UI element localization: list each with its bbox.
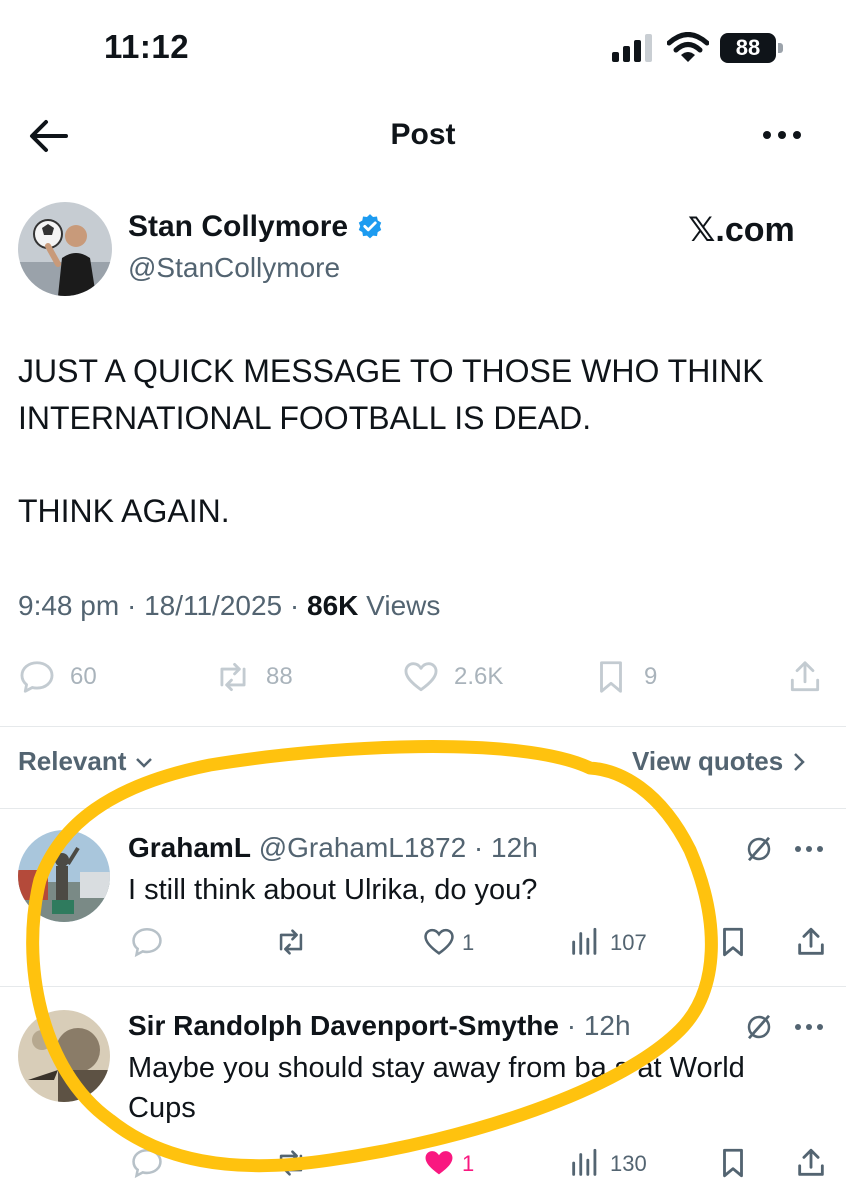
reply-author-name[interactable]: Sir Randolph Davenport-Smythe [128, 1010, 559, 1041]
wifi-icon [667, 32, 709, 62]
bookmark-count: 9 [644, 663, 658, 690]
reply-author-name[interactable]: GrahamL [128, 832, 251, 863]
heart-icon [404, 662, 438, 692]
heart-filled-icon[interactable] [422, 1146, 456, 1180]
author-handle[interactable]: @StanCollymore [128, 252, 340, 284]
reply-views-count: 107 [610, 930, 647, 955]
views-icon[interactable] [568, 925, 602, 959]
grok-icon[interactable] [744, 1012, 774, 1042]
like-count: 2.6K [454, 663, 504, 690]
reply-count: 60 [70, 663, 97, 690]
share-icon[interactable] [794, 1146, 828, 1180]
reply-avatar[interactable] [18, 830, 110, 922]
reply-like-count: 1 [462, 1151, 475, 1176]
more-options-icon[interactable] [760, 120, 804, 150]
chevron-down-icon [135, 758, 152, 768]
views-label: Views [366, 590, 441, 621]
author-name-text[interactable]: Stan Collymore [128, 210, 348, 244]
post-text: JUST A QUICK MESSAGE TO THOSE WHO THINK … [18, 348, 828, 581]
reply-views-count: 130 [610, 1151, 647, 1176]
post-date[interactable]: 18/11/2025 [144, 590, 282, 621]
battery-level: 88 [720, 33, 776, 63]
sort-dropdown[interactable]: Relevant [18, 746, 154, 777]
view-quotes-link[interactable]: View quotes [632, 746, 807, 777]
heart-icon[interactable] [422, 925, 456, 959]
divider [0, 726, 846, 727]
bookmark-icon[interactable] [716, 925, 750, 959]
post-actions: 60 88 2.6K 9 [18, 658, 828, 702]
sort-label[interactable]: Relevant [18, 746, 126, 776]
reply-avatar[interactable] [18, 1010, 110, 1102]
reply-icon[interactable] [130, 925, 164, 959]
page-title: Post [390, 118, 456, 151]
reply-like-count: 1 [462, 930, 475, 955]
share-icon [790, 661, 820, 692]
bookmark-icon[interactable] [716, 1146, 750, 1180]
author-name[interactable]: Stan Collymore [128, 210, 384, 244]
x-com-watermark: 𝕏.com [688, 211, 795, 249]
divider [0, 986, 846, 987]
verified-badge-icon [358, 214, 382, 239]
repost-button[interactable]: 88 [214, 658, 293, 696]
bookmark-icon [600, 661, 622, 693]
divider [0, 808, 846, 809]
like-button[interactable]: 2.6K [402, 658, 503, 696]
views-count: 86K [307, 590, 359, 621]
author-avatar[interactable] [18, 202, 112, 296]
reply-icon [20, 661, 54, 693]
grok-icon[interactable] [744, 834, 774, 864]
cellular-signal-icon [612, 34, 652, 62]
chevron-right-icon [794, 752, 806, 771]
reply-more-icon[interactable] [792, 1018, 826, 1036]
reply-age: 12h [583, 1010, 631, 1041]
bookmark-button[interactable]: 9 [592, 658, 657, 696]
status-time: 11:12 [104, 28, 190, 65]
repost-icon[interactable] [274, 925, 308, 959]
post-line: THINK AGAIN. [18, 493, 230, 529]
share-icon[interactable] [794, 925, 828, 959]
battery-icon: 88 [720, 33, 784, 63]
share-button[interactable] [786, 658, 824, 696]
reply-text: I still think about Ulrika, do you? [128, 874, 538, 906]
reply-text: Maybe you should stay away from ba s at … [128, 1052, 745, 1124]
repost-count: 88 [266, 663, 293, 690]
reply-author-handle[interactable]: @GrahamL1872 [259, 832, 466, 863]
post-meta: 9:48 pm · 18/11/2025 · 86K Views [18, 590, 441, 621]
reply-age: 12h [491, 832, 538, 863]
views-icon[interactable] [568, 1146, 602, 1180]
post-time[interactable]: 9:48 pm [18, 590, 119, 621]
view-quotes-label[interactable]: View quotes [632, 746, 783, 777]
reply-more-icon[interactable] [792, 840, 826, 858]
post-line: JUST A QUICK MESSAGE TO THOSE WHO THINK … [18, 353, 764, 436]
repost-icon [220, 662, 246, 692]
reply-header: GrahamL @GrahamL1872 · 12h [128, 832, 538, 863]
reply-header: Sir Randolph Davenport-Smythe · 12h [128, 1010, 631, 1041]
reply-button[interactable]: 60 [18, 658, 97, 696]
repost-icon[interactable] [274, 1146, 308, 1180]
reply-icon[interactable] [130, 1146, 164, 1180]
